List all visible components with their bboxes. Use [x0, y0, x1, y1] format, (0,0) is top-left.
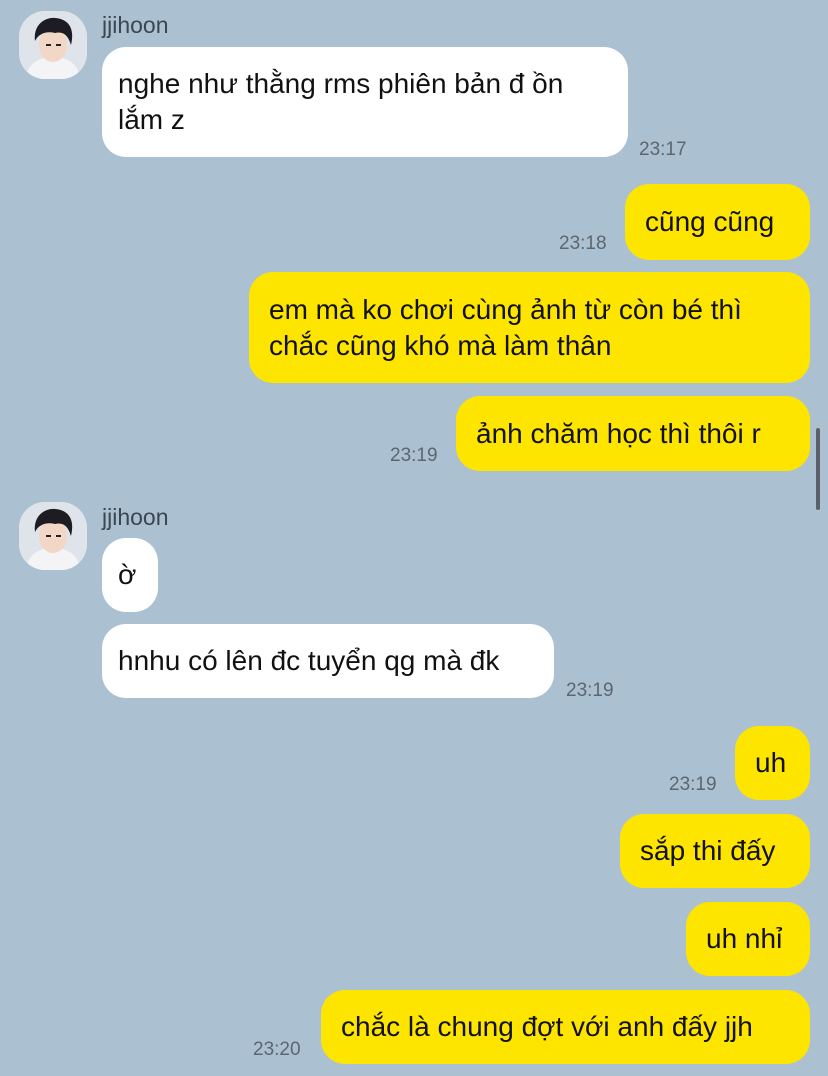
profile-photo-icon [19, 502, 87, 570]
outgoing-message-bubble[interactable]: cũng cũng [625, 184, 810, 260]
message-timestamp: 23:17 [639, 139, 687, 160]
message-timestamp: 23:18 [559, 233, 607, 254]
avatar[interactable] [19, 502, 87, 570]
incoming-message-bubble[interactable]: nghe như thằng rms phiên bản đ ồn lắm z [102, 47, 628, 157]
outgoing-message-bubble[interactable]: ảnh chăm học thì thôi r [456, 396, 810, 471]
incoming-message-bubble[interactable]: ờ [102, 538, 158, 612]
sender-name: jjihoon [102, 12, 169, 38]
message-timestamp: 23:19 [566, 680, 614, 701]
outgoing-message-bubble[interactable]: uh [735, 726, 810, 800]
outgoing-message-bubble[interactable]: em mà ko chơi cùng ảnh từ còn bé thì chắ… [249, 272, 810, 383]
incoming-message-bubble[interactable]: hnhu có lên đc tuyển qg mà đk [102, 624, 554, 698]
scrollbar[interactable] [816, 428, 820, 510]
profile-photo-icon [19, 11, 87, 79]
message-timestamp: 23:20 [253, 1039, 301, 1060]
sender-name: jjihoon [102, 504, 169, 530]
outgoing-message-bubble[interactable]: uh nhỉ [686, 902, 810, 976]
message-timestamp: 23:19 [390, 445, 438, 466]
avatar[interactable] [19, 11, 87, 79]
outgoing-message-bubble[interactable]: sắp thi đấy [620, 814, 810, 888]
outgoing-message-bubble[interactable]: chắc là chung đợt với anh đấy jjh [321, 990, 810, 1064]
message-timestamp: 23:19 [669, 774, 717, 795]
